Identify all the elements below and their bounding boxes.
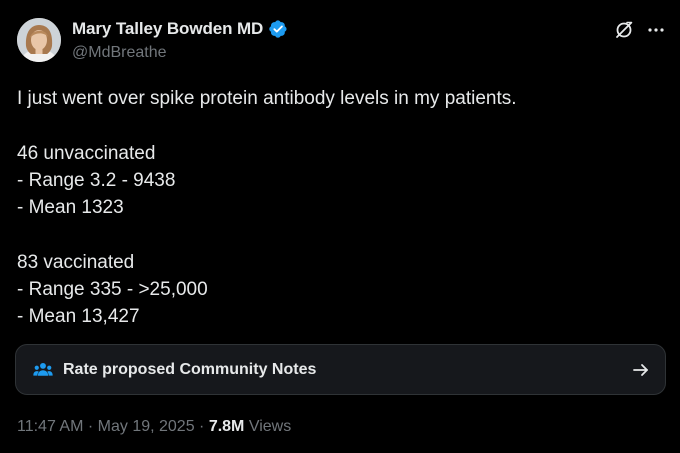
author-handle[interactable]: @MdBreathe: [72, 44, 167, 62]
people-icon: [33, 362, 53, 376]
author-name-row: Mary Talley Bowden MD: [72, 19, 288, 39]
community-notes-label: Rate proposed Community Notes: [63, 360, 317, 378]
author-display-name[interactable]: Mary Talley Bowden MD: [72, 19, 263, 39]
tweet-text-line: 46 unvaccinated: [17, 142, 156, 164]
avatar-photo: [17, 18, 61, 62]
tweet-text: I just went over spike protein antibody …: [17, 85, 657, 331]
more-options-icon[interactable]: [646, 20, 666, 40]
verified-badge-icon[interactable]: [268, 19, 288, 39]
tweet-text-line: - Mean 13,427: [17, 306, 140, 328]
tweet-text-line: I just went over spike protein antibody …: [17, 88, 517, 109]
views-label: Views: [244, 418, 292, 435]
meta-separator: ·: [194, 418, 209, 435]
tweet-text-line: - Range 335 - >25,000: [17, 279, 208, 301]
views-count[interactable]: 7.8M: [209, 418, 245, 435]
tweet-text-line: 83 vaccinated: [17, 251, 135, 273]
tweet-meta: 11:47 AM · May 19, 2025 · 7.8M Views: [17, 418, 291, 436]
tweet-time[interactable]: 11:47 AM: [17, 418, 83, 435]
tweet-date[interactable]: May 19, 2025: [98, 418, 195, 435]
tweet-text-line: [17, 112, 657, 139]
grok-icon[interactable]: [614, 20, 634, 40]
arrow-right-icon: [633, 364, 648, 376]
tweet-text-line: [17, 221, 657, 248]
tweet-header-actions: [614, 20, 666, 40]
tweet: Mary Talley Bowden MD @MdBreathe I just …: [0, 0, 680, 453]
meta-separator: ·: [83, 418, 98, 435]
tweet-text-line: - Mean 1323: [17, 197, 124, 219]
community-notes-button[interactable]: Rate proposed Community Notes: [15, 344, 666, 395]
tweet-text-line: - Range 3.2 - 9438: [17, 169, 176, 191]
avatar[interactable]: [17, 18, 61, 62]
